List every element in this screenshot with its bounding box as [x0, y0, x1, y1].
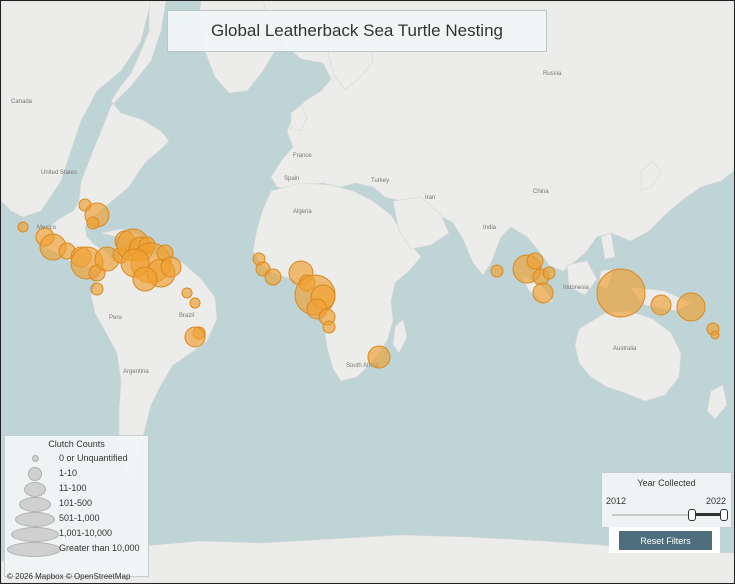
nesting-site-marker[interactable] — [184, 326, 206, 348]
nesting-site-marker[interactable] — [542, 266, 556, 280]
map-label-iran: Iran — [425, 195, 435, 201]
year-filter-title: Year Collected — [637, 478, 696, 488]
legend-row: 11-100 — [5, 482, 148, 498]
nesting-site-marker[interactable] — [90, 282, 104, 296]
nesting-site-marker[interactable] — [264, 268, 282, 286]
nesting-site-marker[interactable] — [710, 330, 720, 340]
nesting-site-marker[interactable] — [526, 252, 544, 270]
nesting-site-marker[interactable] — [596, 268, 646, 318]
legend-label: 101-500 — [59, 498, 93, 508]
legend-label: Greater than 10,000 — [59, 543, 140, 553]
nesting-site-marker[interactable] — [132, 266, 158, 292]
map-label-indonesia: Indonesia — [563, 285, 590, 291]
map-attribution: © 2026 Mapbox © OpenStreetMap — [7, 572, 131, 581]
nesting-site-marker[interactable] — [676, 292, 706, 322]
map-label-australia: Australia — [613, 346, 637, 352]
legend-row: 1,001-10,000 — [5, 527, 148, 543]
map-label-spain: Spain — [284, 176, 299, 182]
reset-filters-button[interactable]: Reset Filters — [619, 531, 712, 550]
legend-row: Greater than 10,000 — [5, 542, 148, 558]
nesting-site-marker[interactable] — [532, 282, 554, 304]
legend-label: 1-10 — [59, 468, 78, 478]
year-slider-handle-start[interactable] — [688, 509, 696, 521]
map-label-turkey: Turkey — [371, 178, 389, 184]
map-label-united-states: United States — [41, 170, 77, 176]
year-slider-handle-end[interactable] — [720, 509, 728, 521]
map-label-canada: Canada — [11, 99, 33, 105]
legend-symbol — [11, 527, 59, 542]
map-title-box: Global Leatherback Sea Turtle Nesting — [167, 10, 547, 52]
legend-symbol — [7, 542, 61, 557]
map-view[interactable]: Canada United States Mexico Peru Brazil … — [0, 0, 735, 584]
map-label-france: France — [293, 153, 312, 159]
reset-filters-container: Reset Filters — [609, 527, 720, 553]
legend-symbol — [19, 497, 51, 512]
map-label-russia: Russia — [543, 71, 562, 77]
nesting-site-marker[interactable] — [160, 256, 182, 278]
legend-symbol — [15, 512, 55, 527]
legend-title: Clutch Counts — [48, 439, 105, 449]
year-max-label: 2022 — [705, 496, 726, 506]
legend-label: 11-100 — [59, 483, 87, 493]
legend-symbol — [24, 482, 46, 497]
nesting-site-marker[interactable] — [189, 297, 201, 309]
legend-row: 1-10 — [5, 467, 148, 483]
nesting-site-marker[interactable] — [17, 221, 29, 233]
map-label-brazil: Brazil — [179, 313, 194, 319]
nesting-site-marker[interactable] — [181, 287, 193, 299]
nesting-site-marker[interactable] — [490, 264, 504, 278]
map-label-argentina: Argentina — [123, 369, 149, 375]
map-label-india: India — [483, 225, 497, 231]
legend-label: 0 or Unquantified — [59, 453, 128, 463]
map-label-algeria: Algeria — [293, 209, 312, 215]
map-label-peru: Peru — [109, 315, 122, 321]
legend-symbol — [28, 467, 42, 481]
nesting-site-marker[interactable] — [86, 216, 100, 230]
year-min-label: 2012 — [606, 496, 627, 506]
clutch-count-legend: Clutch Counts 0 or Unquantified 1-10 11-… — [4, 435, 149, 577]
legend-row: 0 or Unquantified — [5, 452, 148, 468]
map-label-china: China — [533, 189, 549, 195]
legend-label: 501-1,000 — [59, 513, 100, 523]
nesting-site-marker[interactable] — [650, 294, 672, 316]
nesting-site-marker[interactable] — [367, 345, 391, 369]
legend-row: 101-500 — [5, 497, 148, 513]
nesting-site-marker[interactable] — [322, 320, 336, 334]
year-collected-filter: Year Collected 2012 2022 — [601, 472, 732, 528]
legend-symbol — [32, 455, 39, 462]
legend-row: 501-1,000 — [5, 512, 148, 528]
legend-label: 1,001-10,000 — [59, 528, 113, 538]
map-title: Global Leatherback Sea Turtle Nesting — [210, 21, 503, 40]
